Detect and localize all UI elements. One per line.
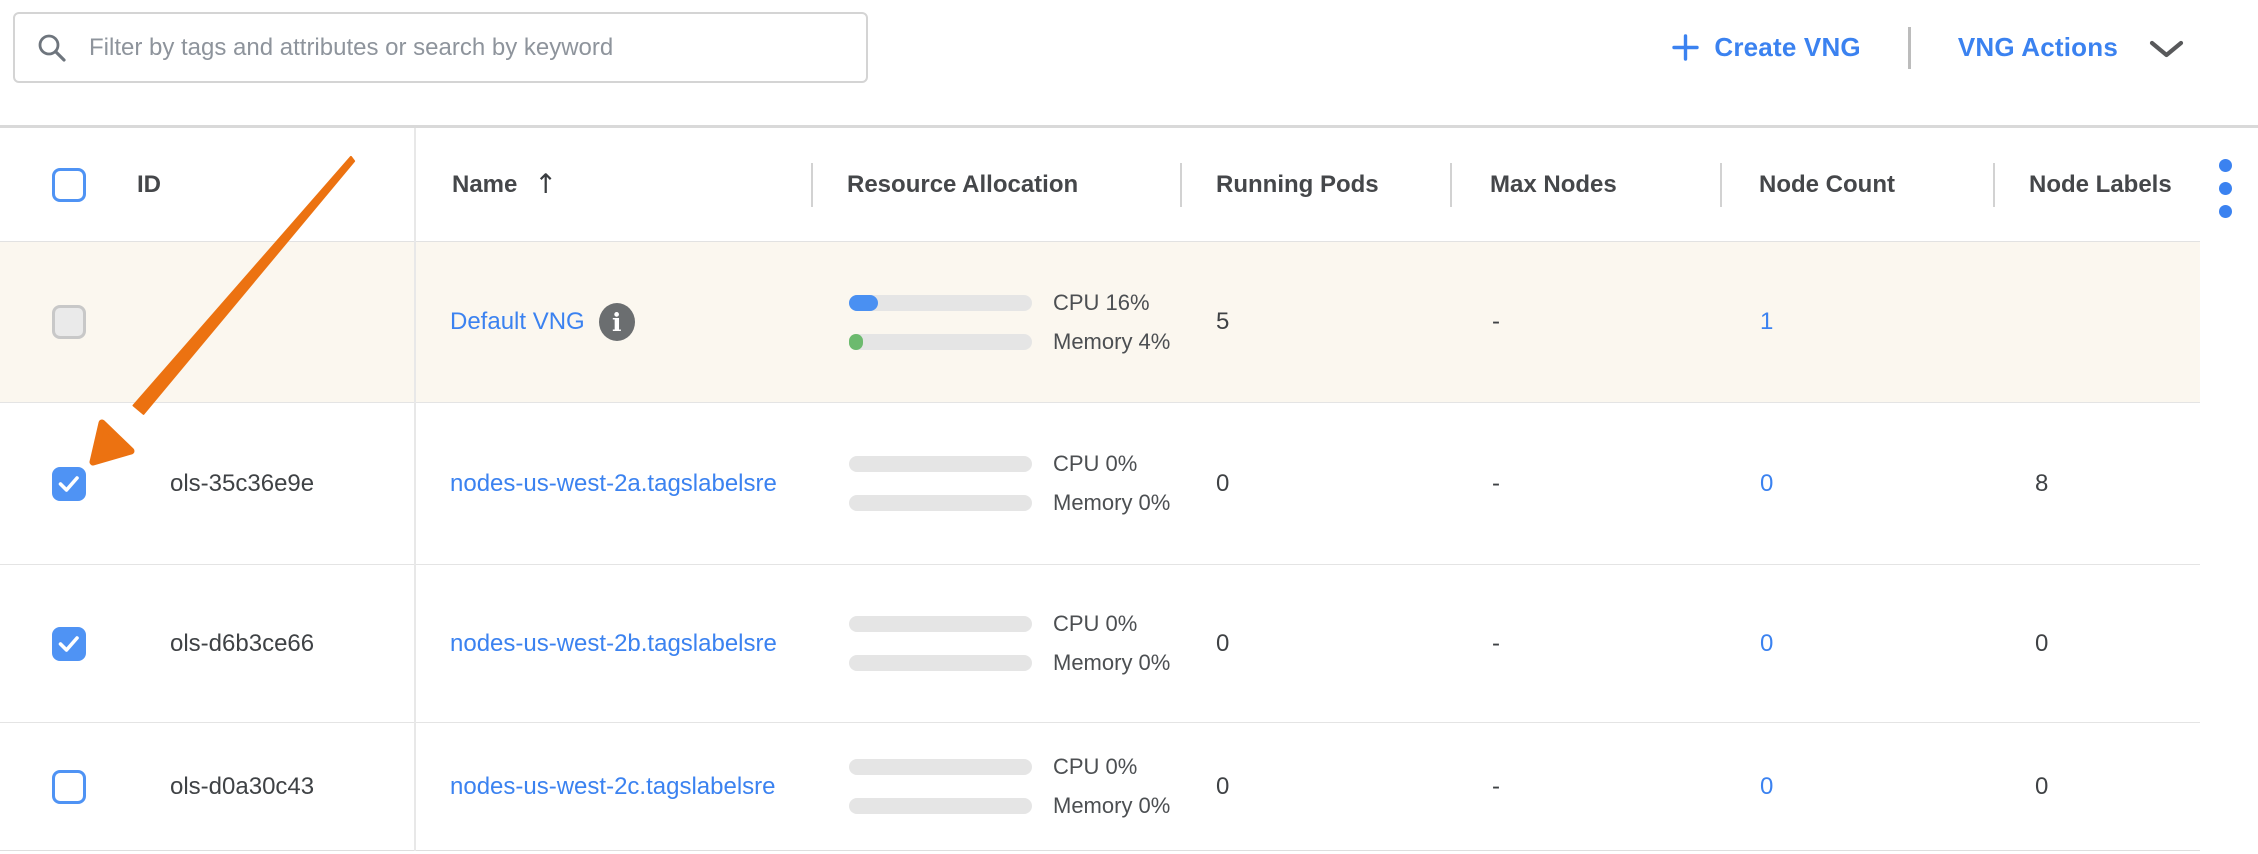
search-input[interactable] bbox=[87, 33, 844, 63]
vng-name-link[interactable]: nodes-us-west-2b.tagslabelsre bbox=[450, 630, 777, 658]
node-count-link[interactable]: 0 bbox=[1760, 470, 1773, 498]
node-count-link[interactable]: 0 bbox=[1760, 630, 1773, 658]
max-nodes-value: - bbox=[1480, 630, 1750, 658]
chevron-down-icon bbox=[2149, 40, 2184, 59]
vng-name-link[interactable]: nodes-us-west-2c.tagslabelsre bbox=[450, 773, 776, 801]
node-labels-value: 8 bbox=[2020, 470, 2200, 498]
column-header-max-nodes[interactable]: Max Nodes bbox=[1480, 171, 1750, 199]
sort-ascending-icon: ↑ bbox=[534, 169, 557, 200]
column-header-resource-allocation[interactable]: Resource Allocation bbox=[840, 171, 1206, 199]
vng-name-link[interactable]: Default VNG bbox=[450, 308, 585, 336]
resource-allocation-cell: CPU 0% Memory 0% bbox=[840, 754, 1206, 819]
cpu-usage-bar bbox=[849, 616, 1032, 632]
vng-table: ID Name ↑ Resource Allocation Running Po… bbox=[0, 128, 2258, 851]
table-row: ols-d0a30c43 nodes-us-west-2c.tagslabels… bbox=[0, 723, 2200, 851]
running-pods-value: 0 bbox=[1206, 470, 1480, 498]
cpu-usage-bar bbox=[849, 759, 1032, 775]
row-checkbox[interactable] bbox=[52, 770, 86, 804]
column-options-menu-icon[interactable] bbox=[2219, 159, 2232, 218]
node-count-link[interactable]: 1 bbox=[1760, 308, 1773, 336]
plus-icon bbox=[1672, 34, 1699, 61]
table-row: Default VNG i CPU 16% Memory 4% 5 - 1 bbox=[0, 242, 2200, 403]
cpu-bar-fill bbox=[849, 295, 878, 311]
memory-bar-fill bbox=[849, 334, 863, 350]
max-nodes-value: - bbox=[1480, 308, 1750, 336]
vng-actions-label: VNG Actions bbox=[1958, 32, 2118, 63]
toolbar-divider bbox=[1908, 27, 1911, 69]
header-divider bbox=[1720, 163, 1722, 207]
running-pods-value: 0 bbox=[1206, 630, 1480, 658]
resource-allocation-cell: CPU 0% Memory 0% bbox=[840, 451, 1206, 516]
resource-allocation-cell: CPU 16% Memory 4% bbox=[840, 290, 1206, 355]
vng-name-link[interactable]: nodes-us-west-2a.tagslabelsre bbox=[450, 470, 777, 498]
row-checkbox bbox=[52, 305, 86, 339]
id-name-column-divider bbox=[414, 128, 416, 851]
row-checkbox[interactable] bbox=[52, 467, 86, 501]
memory-usage-label: Memory 0% bbox=[1053, 793, 1170, 819]
search-icon bbox=[37, 33, 67, 63]
header-divider bbox=[1993, 163, 1995, 207]
column-header-running-pods[interactable]: Running Pods bbox=[1206, 171, 1480, 199]
table-row: ols-d6b3ce66 nodes-us-west-2b.tagslabels… bbox=[0, 565, 2200, 723]
create-vng-button[interactable]: Create VNG bbox=[1672, 32, 1861, 63]
vng-id: ols-d0a30c43 bbox=[120, 773, 414, 801]
cpu-usage-bar bbox=[849, 456, 1032, 472]
select-all-checkbox[interactable] bbox=[52, 168, 86, 202]
memory-usage-label: Memory 0% bbox=[1053, 650, 1170, 676]
header-divider bbox=[1450, 163, 1452, 207]
memory-usage-bar bbox=[849, 334, 1032, 350]
header-divider bbox=[1180, 163, 1182, 207]
vng-id: ols-35c36e9e bbox=[120, 470, 414, 498]
memory-usage-bar bbox=[849, 495, 1032, 511]
memory-usage-bar bbox=[849, 655, 1032, 671]
node-count-link[interactable]: 0 bbox=[1760, 773, 1773, 801]
column-header-node-count[interactable]: Node Count bbox=[1750, 171, 2020, 199]
memory-usage-label: Memory 0% bbox=[1053, 490, 1170, 516]
header-divider bbox=[811, 163, 813, 207]
node-labels-value: 0 bbox=[2020, 773, 2200, 801]
vng-actions-button[interactable]: VNG Actions bbox=[1958, 32, 2184, 63]
toolbar-actions: Create VNG VNG Actions bbox=[1672, 0, 2184, 95]
resource-allocation-cell: CPU 0% Memory 0% bbox=[840, 611, 1206, 676]
table-header-row: ID Name ↑ Resource Allocation Running Po… bbox=[0, 128, 2200, 242]
filter-search-box[interactable] bbox=[13, 12, 868, 83]
toolbar: Create VNG VNG Actions bbox=[0, 0, 2258, 125]
max-nodes-value: - bbox=[1480, 470, 1750, 498]
cpu-usage-label: CPU 0% bbox=[1053, 754, 1137, 780]
max-nodes-value: - bbox=[1480, 773, 1750, 801]
memory-usage-label: Memory 4% bbox=[1053, 329, 1170, 355]
column-header-id[interactable]: ID bbox=[120, 171, 414, 199]
cpu-usage-bar bbox=[849, 295, 1032, 311]
create-vng-label: Create VNG bbox=[1714, 32, 1861, 63]
table-row: ols-35c36e9e nodes-us-west-2a.tagslabels… bbox=[0, 403, 2200, 565]
info-icon[interactable]: i bbox=[599, 303, 635, 341]
row-checkbox[interactable] bbox=[52, 627, 86, 661]
vng-id: ols-d6b3ce66 bbox=[120, 630, 414, 658]
cpu-usage-label: CPU 0% bbox=[1053, 451, 1137, 477]
memory-usage-bar bbox=[849, 798, 1032, 814]
running-pods-value: 0 bbox=[1206, 773, 1480, 801]
cpu-usage-label: CPU 16% bbox=[1053, 290, 1150, 316]
node-labels-value: 0 bbox=[2020, 630, 2200, 658]
cpu-usage-label: CPU 0% bbox=[1053, 611, 1137, 637]
column-header-node-labels[interactable]: Node Labels bbox=[2020, 171, 2200, 199]
table-body: Default VNG i CPU 16% Memory 4% 5 - 1 ol… bbox=[0, 242, 2258, 851]
column-header-name[interactable]: Name ↑ bbox=[414, 169, 840, 200]
running-pods-value: 5 bbox=[1206, 308, 1480, 336]
